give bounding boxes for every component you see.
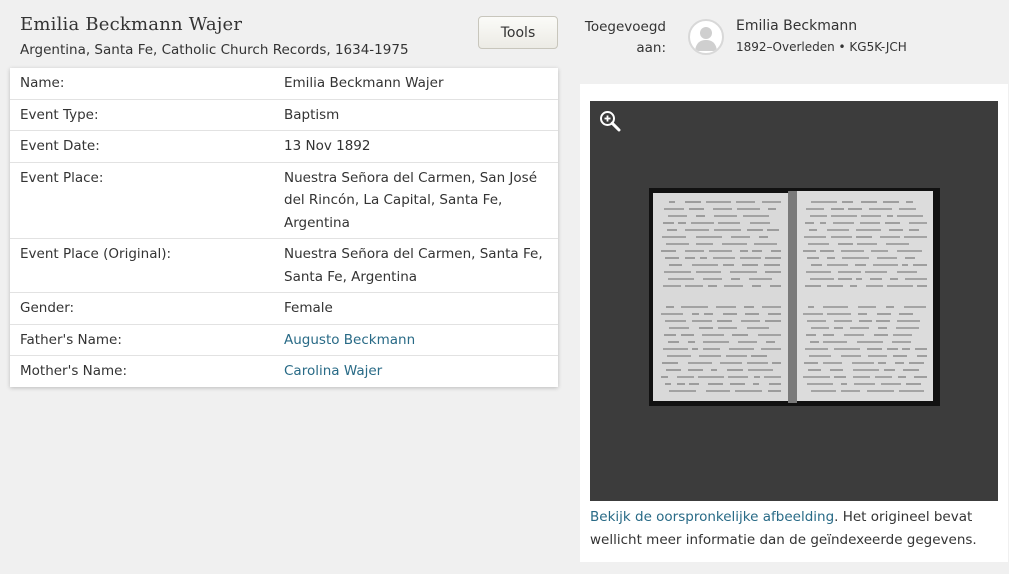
attached-label-line1: Toegevoegd (584, 19, 666, 35)
details-label: Event Place: (10, 161, 274, 239)
record-title: Emilia Beckmann Wajer (20, 14, 243, 35)
details-label: Father's Name: (10, 323, 274, 356)
attached-person-meta: 1892–Overleden • KG5K-JCH (736, 40, 907, 54)
details-row: Gender: Female (10, 292, 558, 324)
details-label: Event Type: (10, 98, 274, 131)
tools-button[interactable]: Tools (478, 16, 558, 49)
details-label: Event Date: (10, 130, 274, 162)
details-label: Mother's Name: (10, 355, 274, 387)
details-value-link[interactable]: Carolina Wajer (284, 363, 382, 379)
details-row: Event Type: Baptism (10, 98, 558, 131)
record-header: Emilia Beckmann Wajer Argentina, Santa F… (20, 14, 409, 58)
image-panel: Bekijk de oorspronkelijke afbeelding. He… (580, 84, 1008, 562)
image-viewer[interactable] (590, 101, 998, 501)
record-collection: Argentina, Santa Fe, Catholic Church Rec… (20, 42, 409, 58)
details-label: Gender: (10, 292, 274, 324)
details-label: Name: (20, 75, 65, 91)
details-label: Event Place (Original): (10, 238, 274, 293)
attached-label-line2: aan: (636, 40, 666, 56)
details-value-cell: Female (274, 292, 558, 324)
details-value-cell: Baptism (274, 98, 558, 131)
attached-to-label: Toegevoegd aan: (572, 17, 666, 59)
details-row: Mother's Name: Carolina Wajer (10, 355, 558, 387)
image-caption: Bekijk de oorspronkelijke afbeelding. He… (590, 506, 1002, 552)
details-value-link[interactable]: Augusto Beckmann (284, 332, 415, 348)
details-value-cell: Emilia Beckmann Wajer (284, 75, 444, 91)
details-value-cell: 13 Nov 1892 (274, 130, 558, 162)
details-value-cell: Carolina Wajer (274, 355, 558, 387)
details-row: Event Date: 13 Nov 1892 (10, 130, 558, 162)
attached-person[interactable]: Emilia Beckmann 1892–Overleden • KG5K-JC… (736, 18, 907, 54)
details-row: Father's Name: Augusto Beckmann (10, 323, 558, 356)
attached-person-name[interactable]: Emilia Beckmann (736, 18, 907, 34)
avatar[interactable] (688, 19, 724, 55)
details-value-cell: Nuestra Señora del Carmen, Santa Fe, San… (274, 238, 558, 293)
details-row: Name: Emilia Beckmann Wajer (10, 68, 558, 99)
record-image-thumbnail[interactable] (649, 188, 940, 406)
details-row: Event Place (Original): Nuestra Señora de… (10, 238, 558, 293)
zoom-in-icon[interactable] (598, 109, 622, 133)
view-original-image-link[interactable]: Bekijk de oorspronkelijke afbeelding (590, 509, 834, 525)
record-details-table: Name: Emilia Beckmann Wajer Event Type: Bap… (10, 68, 558, 387)
details-row: Event Place: Nuestra Señora del Carmen, S… (10, 161, 558, 239)
person-silhouette-icon (695, 27, 717, 51)
details-value-cell: Augusto Beckmann (274, 323, 558, 356)
details-value-cell: Nuestra Señora del Carmen, San José del … (274, 161, 558, 239)
